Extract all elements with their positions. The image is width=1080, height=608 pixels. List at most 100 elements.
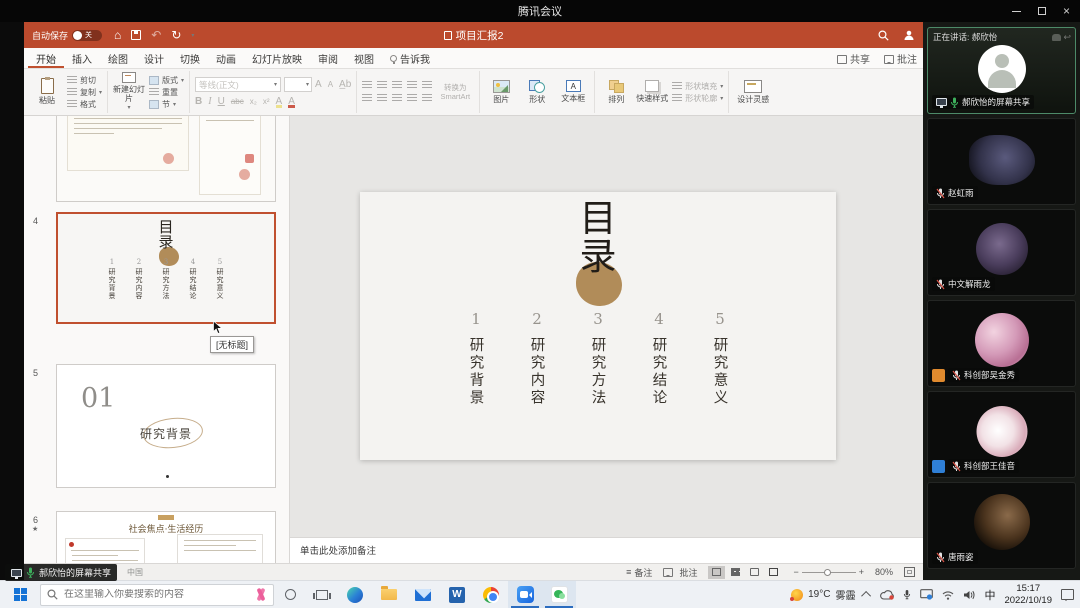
thumbnail-slide-6[interactable]: 社会焦点·生活经历	[56, 511, 276, 563]
toc-item-3[interactable]: 3研究方法	[586, 310, 610, 407]
autosave-toggle[interactable]: 自动保存 关	[32, 29, 102, 42]
format-painter-button[interactable]: 格式	[67, 99, 102, 110]
tab-tellme[interactable]: 告诉我	[382, 48, 438, 68]
slide-sorter-view-button[interactable]	[727, 566, 744, 579]
line-spacing-icon[interactable]	[422, 81, 432, 90]
subscript-button[interactable]: x₂	[250, 97, 257, 106]
qat-caret-icon[interactable]: ▾	[191, 32, 194, 39]
participant-tile[interactable]: 科创部王佳音	[927, 391, 1076, 478]
participant-tile[interactable]: 唐雨姿	[927, 482, 1076, 569]
superscript-button[interactable]: x²	[263, 97, 270, 106]
font-name-select[interactable]: 等线(正文)▾	[195, 77, 281, 92]
taskbar-app-wechat[interactable]	[542, 581, 576, 608]
align-left-icon[interactable]	[362, 94, 372, 103]
undo-icon[interactable]: ↶	[151, 28, 161, 42]
section-button[interactable]: 节▾	[149, 99, 184, 110]
zoom-slider-knob[interactable]	[824, 569, 831, 576]
cast-screen-icon[interactable]	[920, 589, 933, 600]
clock[interactable]: 15:17 2022/10/19	[1004, 583, 1052, 607]
thumbnail-slide-5[interactable]: 01 研究背景	[56, 364, 276, 488]
speaker-icon[interactable]	[963, 590, 975, 600]
highlight-button[interactable]: A	[276, 96, 283, 107]
smartart-button[interactable]: 转换为SmartArt	[436, 83, 474, 101]
taskbar-app-mail[interactable]	[406, 581, 440, 608]
taskbar-app-edge[interactable]	[338, 581, 372, 608]
tab-animations[interactable]: 动画	[208, 48, 244, 68]
taskbar-app-chrome[interactable]	[474, 581, 508, 608]
show-hidden-icons-chevron[interactable]	[862, 591, 872, 601]
indent-decrease-icon[interactable]	[392, 81, 402, 90]
font-color-button[interactable]: A	[288, 96, 295, 107]
weather-widget[interactable]: 19°C 雾霾	[791, 587, 855, 602]
font-size-select[interactable]: ▾	[284, 77, 312, 92]
shape-outline-button[interactable]: 形状轮廓▾	[672, 93, 723, 104]
tab-home[interactable]: 开始	[28, 48, 64, 68]
toggle-icon[interactable]: 关	[72, 30, 102, 41]
toc-item-1[interactable]: 1研究背景	[464, 310, 488, 407]
redo-icon[interactable]: ↻	[171, 28, 181, 42]
ime-indicator[interactable]: 中	[984, 587, 995, 603]
comments-toggle[interactable]: 批注	[663, 566, 697, 579]
task-view-button[interactable]	[306, 581, 338, 608]
justify-icon[interactable]	[407, 94, 417, 103]
participant-tile[interactable]: 中文解雨龙	[927, 209, 1076, 296]
taskbar-search[interactable]	[40, 584, 274, 606]
grow-font-button[interactable]: A	[315, 79, 322, 90]
toc-title[interactable]: 目 录	[360, 200, 836, 275]
tab-transitions[interactable]: 切换	[172, 48, 208, 68]
cloud-sync-icon[interactable]	[880, 590, 894, 600]
clear-format-button[interactable]: A̲b	[339, 79, 351, 90]
toc-item-5[interactable]: 5研究意义	[708, 310, 732, 407]
layout-button[interactable]: 版式▾	[149, 75, 184, 86]
shrink-font-button[interactable]: A	[328, 80, 333, 89]
participant-tile-screen-share[interactable]: 正在讲话: 郝欣怡 ↩ 郝欣怡的屏幕共享	[927, 27, 1076, 114]
tab-review[interactable]: 审阅	[310, 48, 346, 68]
cortana-button[interactable]	[274, 581, 306, 608]
cut-button[interactable]: 剪切	[67, 75, 102, 86]
design-ideas-button[interactable]: 设计灵感	[734, 80, 772, 104]
paste-button[interactable]: 粘贴	[31, 78, 63, 105]
tab-design[interactable]: 设计	[136, 48, 172, 68]
new-slide-button[interactable]: 新建幻灯片 ▾	[113, 72, 145, 112]
strikethrough-button[interactable]: abc	[231, 97, 244, 106]
shapes-button[interactable]: 形状	[521, 80, 553, 104]
zoom-percentage[interactable]: 80%	[875, 567, 893, 577]
tab-insert[interactable]: 插入	[64, 48, 100, 68]
participant-tile[interactable]: 科创部吴金秀	[927, 300, 1076, 387]
tab-slideshow[interactable]: 幻灯片放映	[244, 48, 310, 68]
search-icon[interactable]	[878, 30, 889, 41]
close-icon[interactable]: ×	[1063, 5, 1070, 17]
bullets-icon[interactable]	[362, 81, 372, 90]
action-center-icon[interactable]	[1061, 589, 1074, 600]
save-icon[interactable]	[131, 30, 141, 40]
tray-mic-icon[interactable]	[903, 589, 911, 600]
toc-item-4[interactable]: 4研究结论	[647, 310, 671, 407]
taskbar-app-explorer[interactable]	[372, 581, 406, 608]
reset-button[interactable]: 重置	[149, 87, 184, 98]
participant-tile[interactable]: 赵虹雨	[927, 118, 1076, 205]
notes-toggle[interactable]: ≡备注	[626, 566, 652, 579]
account-icon[interactable]	[903, 29, 915, 41]
thumbnail-slide-3[interactable]	[56, 116, 276, 202]
normal-view-button[interactable]	[708, 566, 725, 579]
underline-button[interactable]: U	[218, 96, 225, 107]
numbering-icon[interactable]	[377, 81, 387, 90]
zoom-slider[interactable]	[802, 572, 856, 573]
taskbar-app-tencent-meeting[interactable]	[508, 581, 542, 608]
screen-share-indicator[interactable]: 郝欣怡的屏幕共享	[5, 564, 117, 581]
comments-button[interactable]: 批注	[884, 51, 917, 66]
zoom-out-button[interactable]: −	[793, 567, 798, 577]
align-right-icon[interactable]	[392, 94, 402, 103]
slide-editing-area[interactable]: 目 录 1研究背景 2研究内容 3研究方法 4研究结论 5研究意义	[290, 116, 923, 537]
bold-button[interactable]: B	[195, 96, 202, 107]
indent-increase-icon[interactable]	[407, 81, 417, 90]
zoom-in-button[interactable]: +	[859, 567, 864, 577]
toc-item-2[interactable]: 2研究内容	[525, 310, 549, 407]
copy-button[interactable]: 复制▾	[67, 87, 102, 98]
textbox-button[interactable]: A文本框	[557, 80, 589, 103]
slideshow-view-button[interactable]	[765, 566, 782, 579]
search-input[interactable]	[64, 589, 248, 600]
italic-button[interactable]: I	[208, 96, 211, 107]
thumbnail-slide-4-selected[interactable]: 目录 1研究背景 2研究内容 3研究方法 4研究结论 5研究意义	[56, 212, 276, 324]
reading-view-button[interactable]	[746, 566, 763, 579]
